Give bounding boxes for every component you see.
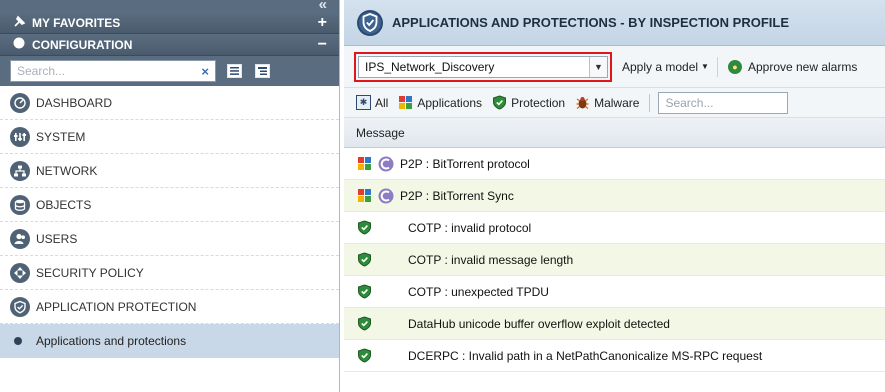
- bittorrent-icon: [378, 156, 394, 172]
- sidebar-item-label: USERS: [36, 231, 78, 246]
- filter-malware-label: Malware: [594, 95, 640, 110]
- row-message: COTP : invalid message length: [408, 252, 574, 267]
- row-message: DataHub unicode buffer overflow exploit …: [408, 316, 670, 331]
- approve-icon: ●: [727, 59, 742, 74]
- profile-toolbar: IPS_Network_Discovery ▼ Apply a model ▼ …: [344, 46, 885, 88]
- grid-search-input[interactable]: [658, 91, 789, 114]
- messages-grid: P2P : BitTorrent protocol P2P : BitTorre…: [344, 148, 885, 372]
- table-row[interactable]: COTP : invalid protocol: [344, 212, 885, 244]
- row-message: P2P : BitTorrent Sync: [400, 188, 514, 203]
- my-favorites-label: MY FAVORITES: [32, 15, 121, 30]
- filter-divider: [649, 93, 651, 112]
- shield-header-icon: [356, 8, 384, 38]
- main-panel: APPLICATIONS AND PROTECTIONS - BY INSPEC…: [344, 0, 885, 392]
- sidebar-item-label: SYSTEM: [36, 129, 86, 144]
- approve-label: Approve new alarms: [747, 59, 858, 74]
- sidebar-nav-list: DASHBOARD SYSTEM NETWORK OBJECTS USERS S…: [0, 86, 339, 358]
- bullet-icon: [14, 337, 22, 345]
- protection-shield-icon: [356, 284, 372, 300]
- filter-applications-label: Applications: [417, 95, 483, 110]
- sidebar-subitem-applications-and-protections[interactable]: Applications and protections: [0, 324, 339, 358]
- protection-shield-icon: [492, 95, 507, 110]
- tree-view-icon[interactable]: [252, 62, 272, 80]
- chevron-down-icon[interactable]: ▼: [589, 56, 607, 77]
- sidebar-item-users[interactable]: USERS: [0, 222, 339, 256]
- sidebar-item-dashboard[interactable]: DASHBOARD: [0, 86, 339, 120]
- sidebar-item-network[interactable]: NETWORK: [0, 154, 339, 188]
- filter-all-button[interactable]: ✱ All: [356, 95, 388, 110]
- applications-icon: [398, 95, 413, 110]
- sidebar-item-objects[interactable]: OBJECTS: [0, 188, 339, 222]
- sidebar-item-label: DASHBOARD: [36, 95, 113, 110]
- filter-protection-button[interactable]: Protection: [492, 95, 565, 110]
- sidebar-collapse-strip: «: [0, 0, 339, 13]
- network-icon: [10, 160, 30, 181]
- table-row[interactable]: COTP : unexpected TPDU: [344, 276, 885, 308]
- filter-malware-button[interactable]: Malware: [575, 95, 639, 110]
- approve-new-alarms-button[interactable]: ● Approve new alarms: [727, 59, 858, 74]
- my-favorites-section[interactable]: MY FAVORITES +: [0, 12, 339, 34]
- profile-select-highlight: IPS_Network_Discovery ▼: [354, 51, 612, 82]
- shield-icon: [10, 296, 30, 317]
- filter-all-label: All: [375, 95, 389, 110]
- inspection-profile-select[interactable]: IPS_Network_Discovery ▼: [358, 55, 608, 78]
- table-row[interactable]: COTP : invalid message length: [344, 244, 885, 276]
- sidebar-item-application-protection[interactable]: APPLICATION PROTECTION: [0, 290, 339, 324]
- profile-select-value: IPS_Network_Discovery: [365, 59, 495, 74]
- dashboard-icon: [10, 92, 30, 113]
- bittorrent-icon: [378, 188, 394, 204]
- sidebar-item-label: SECURITY POLICY: [36, 265, 144, 280]
- security-policy-icon: [10, 262, 30, 283]
- sidebar-subitem-label: Applications and protections: [36, 334, 187, 348]
- protection-shield-icon: [356, 252, 372, 268]
- table-row[interactable]: P2P : BitTorrent Sync: [344, 180, 885, 212]
- table-row[interactable]: P2P : BitTorrent protocol: [344, 148, 885, 180]
- objects-icon: [10, 194, 30, 215]
- protection-shield-icon: [356, 348, 372, 364]
- row-message: COTP : invalid protocol: [408, 220, 532, 235]
- table-row[interactable]: DCERPC : Invalid path in a NetPathCanoni…: [344, 340, 885, 372]
- row-message: DCERPC : Invalid path in a NetPathCanoni…: [408, 348, 763, 363]
- row-message: COTP : unexpected TPDU: [408, 284, 549, 299]
- filter-toolbar: ✱ All Applications Protection Malware: [344, 88, 885, 118]
- column-header-label: Message: [356, 125, 405, 140]
- clear-search-icon[interactable]: ×: [201, 64, 209, 79]
- configuration-dot-icon: [12, 37, 26, 52]
- sidebar-search-row: ×: [0, 56, 339, 86]
- list-view-icon[interactable]: [224, 62, 244, 80]
- system-icon: [10, 126, 30, 147]
- column-header-message[interactable]: Message: [344, 118, 885, 148]
- configuration-label: CONFIGURATION: [32, 37, 133, 52]
- sidebar-item-security-policy[interactable]: SECURITY POLICY: [0, 256, 339, 290]
- protection-shield-icon: [356, 316, 372, 332]
- configuration-section[interactable]: CONFIGURATION −: [0, 34, 339, 56]
- all-filter-icon: ✱: [356, 95, 371, 110]
- malware-bug-icon: [575, 95, 590, 110]
- toolbar-divider: [716, 56, 718, 77]
- application-type-icon: [356, 188, 372, 204]
- sidebar-search-box: ×: [10, 60, 216, 82]
- filter-applications-button[interactable]: Applications: [398, 95, 482, 110]
- caret-down-icon: ▼: [701, 62, 709, 71]
- protection-shield-icon: [356, 220, 372, 236]
- sidebar-item-label: NETWORK: [36, 163, 98, 178]
- main-header: APPLICATIONS AND PROTECTIONS - BY INSPEC…: [344, 0, 885, 46]
- sidebar-search-input[interactable]: [11, 64, 181, 78]
- sidebar-item-label: OBJECTS: [36, 197, 92, 212]
- application-type-icon: [356, 156, 372, 172]
- apply-model-label: Apply a model: [622, 59, 699, 74]
- filter-protection-label: Protection: [511, 95, 566, 110]
- sidebar-item-system[interactable]: SYSTEM: [0, 120, 339, 154]
- users-icon: [10, 228, 30, 249]
- sidebar: « MY FAVORITES + CONFIGURATION − ×: [0, 0, 340, 392]
- expand-favorites-icon[interactable]: +: [318, 14, 327, 32]
- pin-icon: [12, 15, 26, 31]
- collapse-configuration-icon[interactable]: −: [318, 36, 327, 54]
- table-row[interactable]: DataHub unicode buffer overflow exploit …: [344, 308, 885, 340]
- apply-model-button[interactable]: Apply a model ▼: [622, 60, 709, 74]
- row-message: P2P : BitTorrent protocol: [400, 156, 530, 171]
- sidebar-item-label: APPLICATION PROTECTION: [36, 299, 197, 314]
- page-title: APPLICATIONS AND PROTECTIONS - BY INSPEC…: [392, 15, 790, 30]
